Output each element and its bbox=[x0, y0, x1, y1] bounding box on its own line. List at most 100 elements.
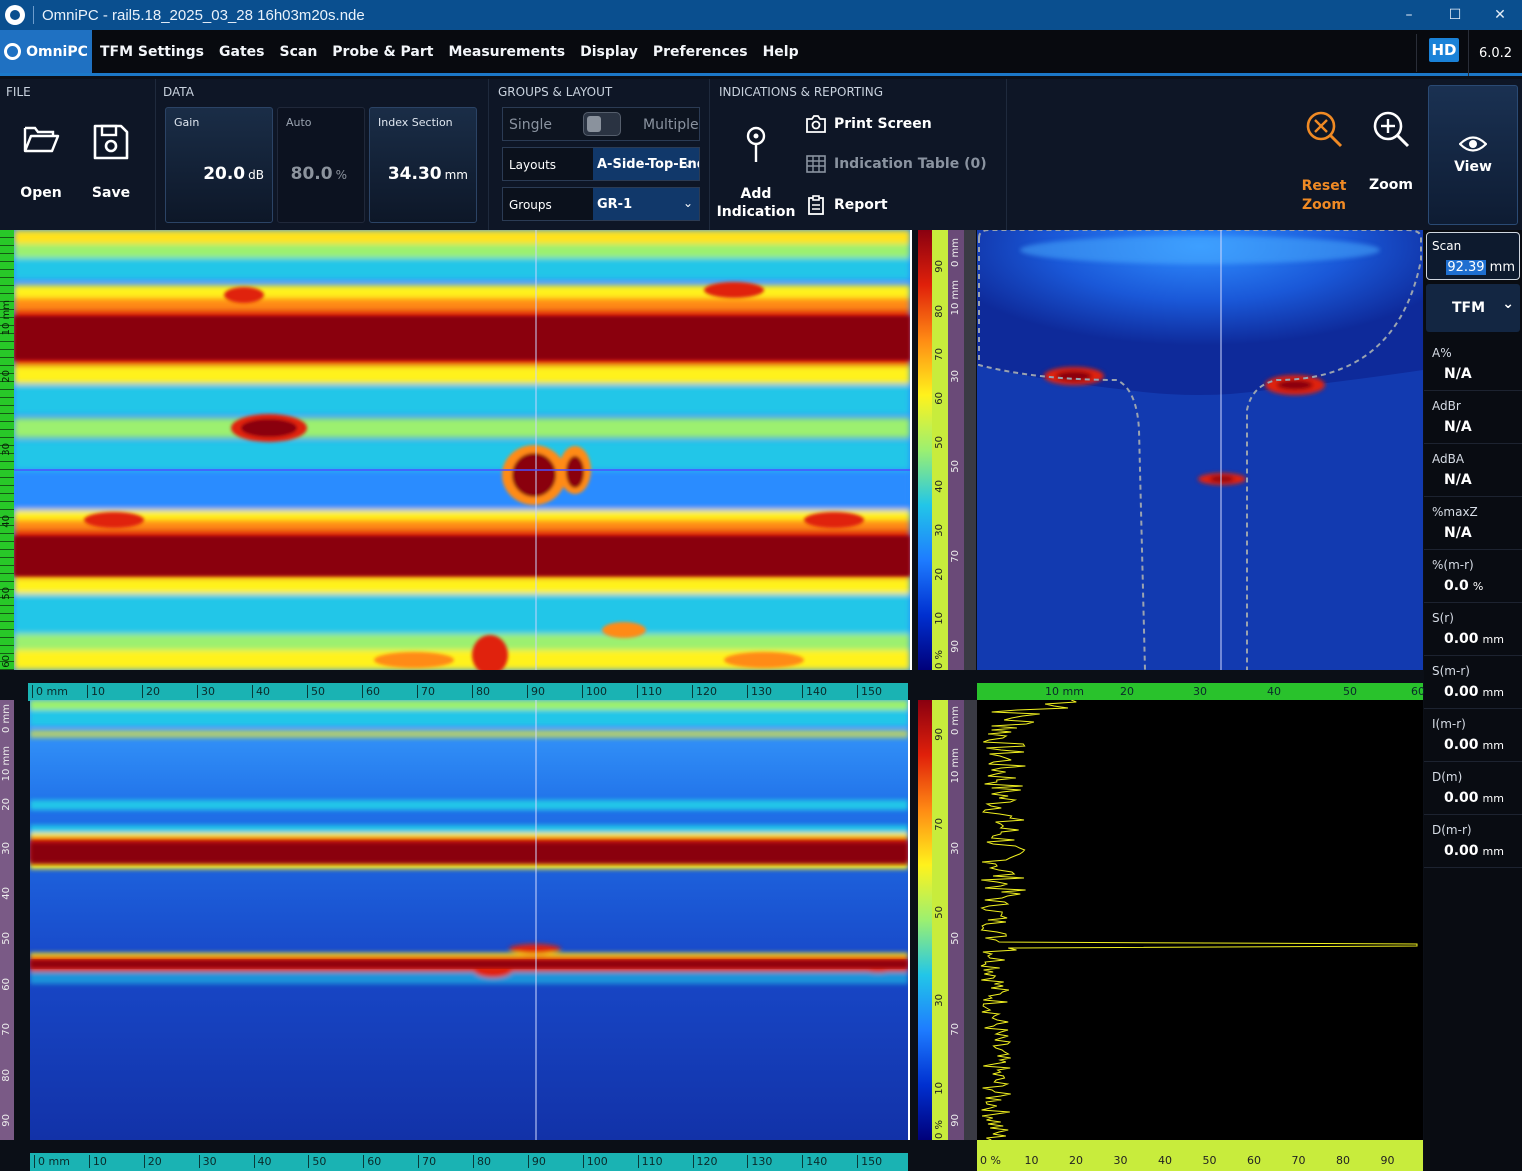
reading-cell[interactable]: D(m-r) 0.00 mm bbox=[1424, 815, 1522, 868]
amp-tick-80: 80 bbox=[934, 305, 945, 318]
dbr-tick-50: 50 bbox=[950, 932, 961, 945]
side-view[interactable] bbox=[30, 700, 908, 1140]
scan-mid-tick: 150 bbox=[857, 685, 882, 698]
reading-cell[interactable]: %maxZ N/A bbox=[1424, 497, 1522, 550]
index-section-label: Index Section bbox=[378, 116, 453, 129]
end-view-image bbox=[977, 230, 1423, 670]
minimize-button[interactable]: – bbox=[1386, 0, 1432, 30]
reset-zoom-icon bbox=[1306, 111, 1343, 148]
report-button[interactable]: Report bbox=[806, 195, 888, 215]
db-tick-80: 80 bbox=[1, 1069, 12, 1082]
reading-cell[interactable]: AdBr N/A bbox=[1424, 391, 1522, 444]
maximize-button[interactable]: ☐ bbox=[1432, 0, 1478, 30]
scan-mid-tick: 40 bbox=[252, 685, 270, 698]
a-scan-view[interactable] bbox=[977, 700, 1423, 1140]
layouts-select[interactable]: Layouts A-Side-Top-End ⌄ bbox=[502, 147, 700, 181]
depth-tick-2: 20 bbox=[1, 370, 12, 383]
menu-help[interactable]: Help bbox=[755, 30, 806, 73]
amp-ruler-tick: 20 bbox=[1069, 1154, 1083, 1167]
depth-tick-1: 10 mm bbox=[1, 300, 12, 336]
reading-value: 0.00 bbox=[1444, 790, 1479, 806]
end-view[interactable] bbox=[977, 230, 1423, 670]
close-button[interactable]: ✕ bbox=[1477, 0, 1522, 30]
save-button[interactable]: Save bbox=[90, 123, 132, 201]
reading-value: 0.00 bbox=[1444, 843, 1479, 859]
depth-tick-6: 60 bbox=[1, 655, 12, 668]
index-section-value: 34.30 bbox=[387, 164, 442, 184]
indications-title: INDICATIONS & REPORTING bbox=[719, 85, 884, 99]
menu-preferences[interactable]: Preferences bbox=[645, 30, 755, 73]
layouts-label: Layouts bbox=[509, 158, 557, 172]
toggle-switch[interactable] bbox=[583, 112, 621, 136]
menu-tfm-settings[interactable]: TFM Settings bbox=[92, 30, 211, 73]
mode-select[interactable]: TFM ⌄ bbox=[1426, 284, 1520, 332]
menu-bar: OmniPC TFM Settings Gates Scan Probe & P… bbox=[0, 30, 1522, 76]
title-bar: OmniPC - rail5.18_2025_03_28 16h03m20s.n… bbox=[0, 0, 1522, 30]
amp-ruler-tick: 60 bbox=[1247, 1154, 1261, 1167]
index-section-card[interactable]: Index Section 34.30 mm bbox=[369, 107, 477, 223]
groups-layout-title: GROUPS & LAYOUT bbox=[498, 85, 613, 99]
auto-label: Auto bbox=[286, 116, 312, 129]
reset-zoom-button[interactable]: Reset Zoom bbox=[1298, 109, 1350, 215]
zoom-button[interactable]: Zoom bbox=[1366, 109, 1416, 193]
ab-tick-90: 90 bbox=[934, 728, 945, 741]
readings-panel: Scan 92.39 mm TFM ⌄ A% N/A AdBr N/A AdBA N/A%… bbox=[1424, 230, 1522, 1171]
indication-table-button[interactable]: Indication Table (0) bbox=[806, 155, 987, 173]
auto-card[interactable]: Auto 80.0% bbox=[277, 107, 365, 223]
scan-mid-tick: 80 bbox=[472, 685, 490, 698]
scan-bot-tick: 130 bbox=[747, 1155, 772, 1168]
scale-spacer-bottom bbox=[964, 700, 977, 1140]
reading-label: S(m-r) bbox=[1432, 664, 1470, 678]
menu-probe-part[interactable]: Probe & Part bbox=[324, 30, 440, 73]
scan-bot-tick: 100 bbox=[582, 1155, 608, 1168]
gain-label: Gain bbox=[174, 116, 200, 129]
reading-cell[interactable]: I(m-r) 0.00 mm bbox=[1424, 709, 1522, 762]
reading-cell[interactable]: S(r) 0.00 mm bbox=[1424, 603, 1522, 656]
hd-toggle[interactable]: HD bbox=[1429, 38, 1459, 62]
report-label: Report bbox=[834, 197, 888, 213]
menu-measurements[interactable]: Measurements bbox=[440, 30, 572, 73]
amp-tick-90: 90 bbox=[934, 260, 945, 273]
print-screen-button[interactable]: Print Screen bbox=[806, 115, 932, 133]
top-scan-view[interactable] bbox=[14, 230, 910, 670]
scan-position-field[interactable]: Scan 92.39 mm bbox=[1426, 232, 1520, 280]
amp-ruler-tick: 30 bbox=[1113, 1154, 1128, 1167]
scan-mid-tick: 50 bbox=[307, 685, 325, 698]
single-multiple-toggle[interactable]: Single Multiple bbox=[502, 107, 700, 141]
amp-tick-70: 70 bbox=[934, 348, 945, 361]
reading-unit: % bbox=[1472, 580, 1484, 593]
amp-ruler-tick: 90 bbox=[1380, 1154, 1395, 1167]
menu-scan[interactable]: Scan bbox=[271, 30, 324, 73]
menu-display[interactable]: Display bbox=[572, 30, 645, 73]
title-separator bbox=[33, 6, 34, 24]
menu-gates[interactable]: Gates bbox=[211, 30, 271, 73]
reading-label: AdBr bbox=[1432, 399, 1461, 413]
color-palette-bar-bottom bbox=[918, 700, 932, 1140]
groups-value-text: GR-1 bbox=[597, 197, 633, 212]
ev-tick-60: 60 bbox=[1411, 685, 1425, 698]
clipboard-icon bbox=[808, 195, 824, 215]
zoom-label: Zoom bbox=[1369, 177, 1413, 193]
add-indication-button[interactable]: Add Indication bbox=[717, 125, 795, 221]
window-title: OmniPC - rail5.18_2025_03_28 16h03m20s.n… bbox=[42, 6, 365, 24]
omnipc-brand-tab[interactable]: OmniPC bbox=[0, 30, 92, 73]
reading-cell[interactable]: A% N/A bbox=[1424, 338, 1522, 391]
reading-unit: mm bbox=[1482, 633, 1504, 646]
scan-position-value: 92.39 bbox=[1446, 260, 1486, 275]
view-button[interactable]: View bbox=[1428, 85, 1518, 225]
reading-cell[interactable]: AdBA N/A bbox=[1424, 444, 1522, 497]
reading-cell[interactable]: S(m-r) 0.00 mm bbox=[1424, 656, 1522, 709]
scan-mid-tick: 90 bbox=[527, 685, 545, 698]
reading-cell[interactable]: %(m-r) 0.0% bbox=[1424, 550, 1522, 603]
chevron-down-icon: ⌄ bbox=[682, 196, 693, 210]
multiple-label: Multiple bbox=[643, 117, 699, 133]
reading-cell[interactable]: D(m) 0.00 mm bbox=[1424, 762, 1522, 815]
dtr-tick-30: 30 bbox=[950, 370, 961, 383]
reading-label: D(m) bbox=[1432, 770, 1463, 784]
groups-select[interactable]: Groups GR-1 ⌄ bbox=[502, 187, 700, 221]
color-palette-bar-top bbox=[918, 230, 932, 670]
gain-card[interactable]: Gain 20.0 dB bbox=[165, 107, 273, 223]
open-button[interactable]: Open bbox=[18, 123, 64, 201]
ev-tick-30: 30 bbox=[1193, 685, 1207, 698]
scan-bot-tick: 150 bbox=[857, 1155, 882, 1168]
